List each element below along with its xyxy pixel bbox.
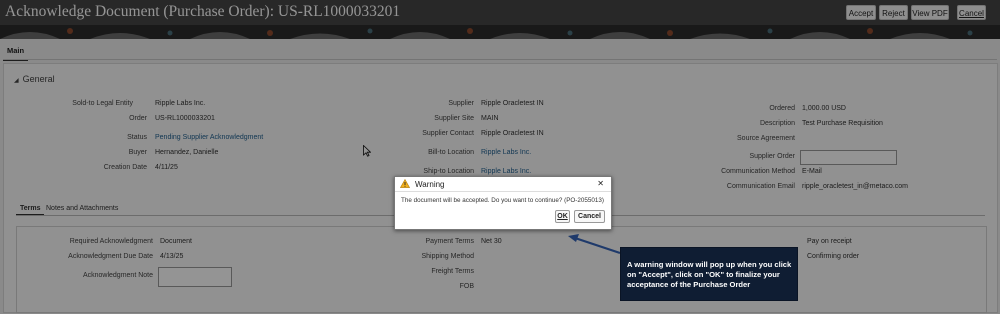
warning-icon [400,179,410,188]
instruction-callout: A warning window will pop up when you cl… [620,247,798,301]
callout-text: A warning window will pop up when you cl… [627,260,792,289]
dialog-title: Warning [415,180,445,189]
dialog-message: The document will be accepted. Do you wa… [401,197,605,204]
modal-overlay [0,0,1000,314]
close-icon[interactable]: ✕ [597,179,604,188]
warning-dialog: Warning ✕ The document will be accepted.… [394,176,612,230]
dialog-header: Warning ✕ [395,177,611,192]
dialog-cancel-button[interactable]: Cancel [574,210,605,223]
ok-button[interactable]: OK [555,210,570,223]
